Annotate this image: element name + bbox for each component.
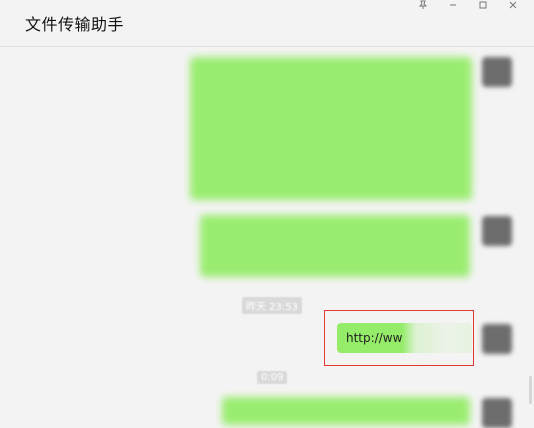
avatar[interactable] bbox=[482, 57, 512, 87]
window-controls bbox=[408, 0, 528, 14]
link-text[interactable]: http://ww bbox=[346, 331, 402, 345]
chat-window: 文件传输助手 昨天 23:53 http://ww 0:09 bbox=[0, 0, 534, 428]
chat-area[interactable]: 昨天 23:53 http://ww 0:09 bbox=[0, 47, 534, 428]
message-timestamp: 0:09 bbox=[257, 371, 288, 384]
avatar[interactable] bbox=[482, 398, 512, 428]
message-bubble[interactable] bbox=[190, 57, 472, 200]
redaction-mask bbox=[402, 317, 476, 359]
scrollbar[interactable] bbox=[529, 376, 532, 404]
chat-title: 文件传输助手 bbox=[25, 15, 125, 34]
message-timestamp: 昨天 23:53 bbox=[242, 297, 302, 314]
close-icon[interactable] bbox=[498, 0, 528, 14]
pin-icon[interactable] bbox=[408, 0, 438, 14]
avatar[interactable] bbox=[482, 216, 512, 246]
avatar[interactable] bbox=[482, 324, 512, 354]
message-bubble[interactable] bbox=[222, 397, 470, 425]
maximize-icon[interactable] bbox=[468, 0, 498, 14]
message-bubble[interactable] bbox=[200, 215, 470, 277]
title-bar: 文件传输助手 bbox=[0, 0, 534, 47]
minimize-icon[interactable] bbox=[438, 0, 468, 14]
